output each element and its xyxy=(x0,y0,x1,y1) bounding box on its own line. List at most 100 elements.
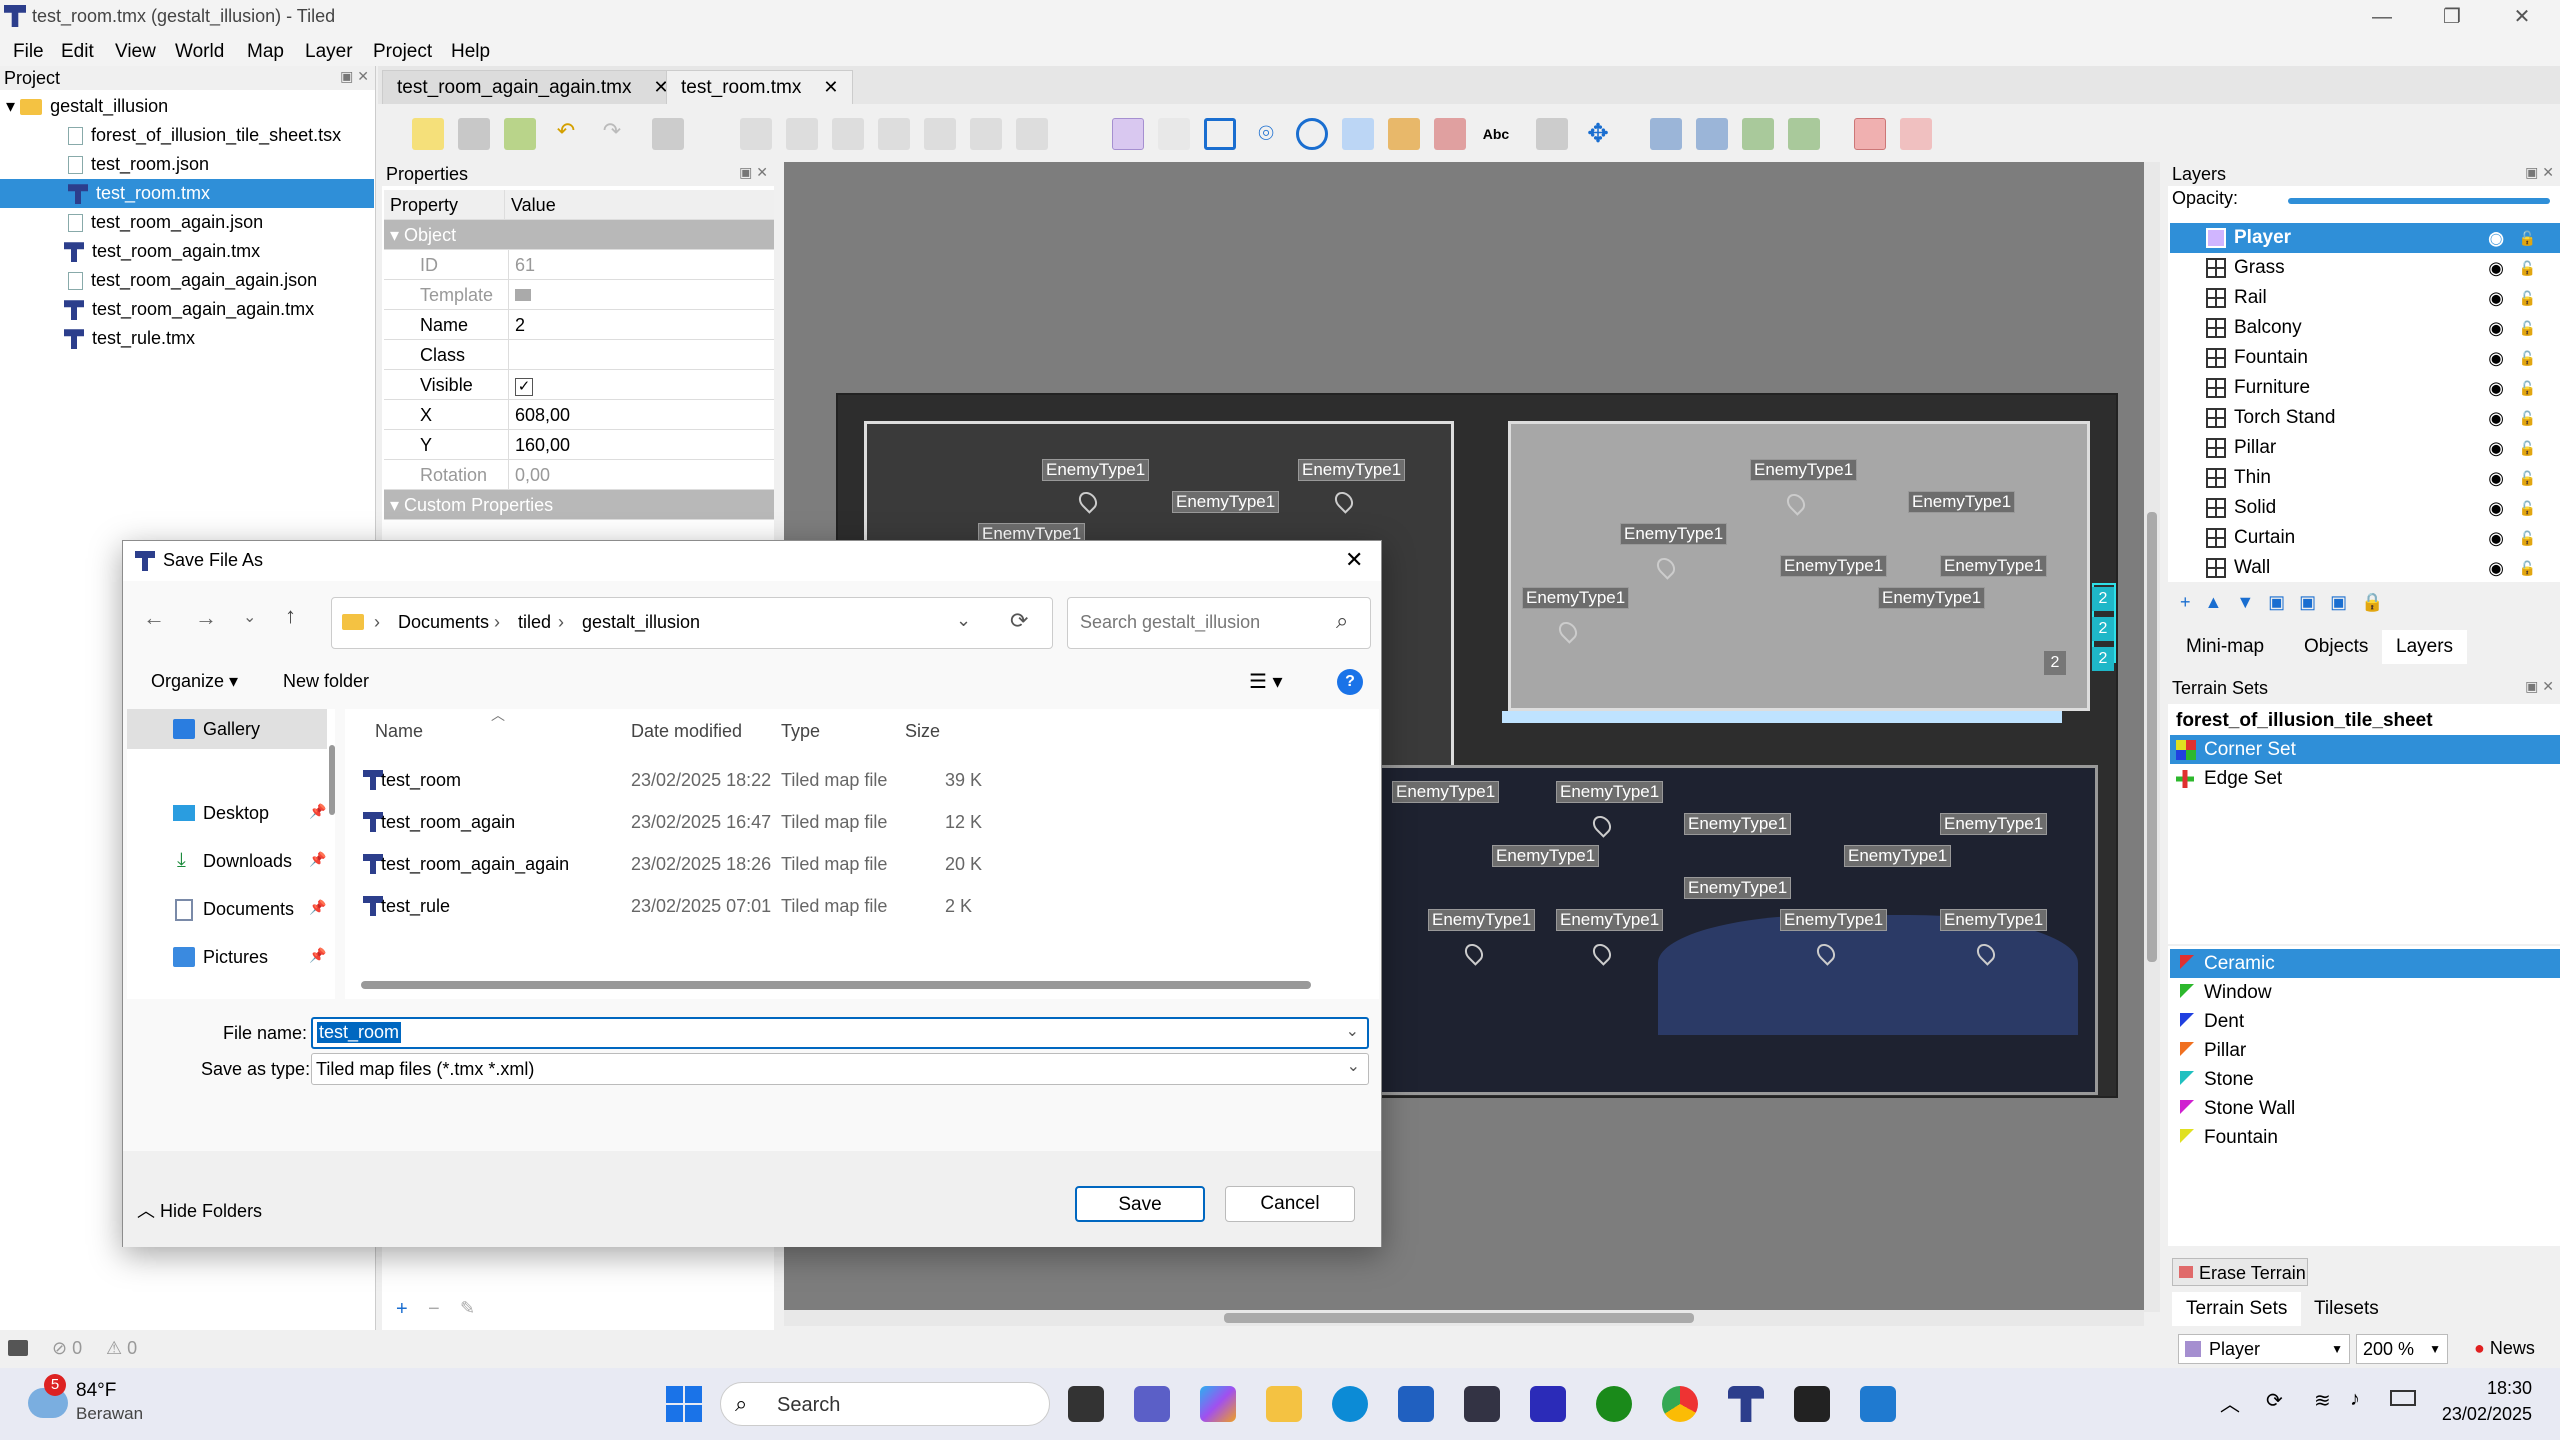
shape-fill-icon[interactable] xyxy=(878,118,910,150)
menu-file[interactable]: File xyxy=(4,37,53,67)
project-file-item[interactable]: test_rule.tmx xyxy=(64,324,195,353)
back-icon[interactable]: ← xyxy=(143,605,165,631)
layer-select-dropdown[interactable]: Player ▼ xyxy=(2178,1334,2350,1364)
pin-icon[interactable]: 📌 xyxy=(309,899,326,916)
panel-float-close-icon[interactable]: ▣ ✕ xyxy=(739,164,768,181)
nav-item-pictures[interactable]: Pictures 📌 xyxy=(127,937,327,977)
highlight-layer-icon[interactable] xyxy=(1854,118,1886,150)
volume-icon[interactable]: ♪ xyxy=(2350,1388,2360,1411)
terminal-icon[interactable] xyxy=(1794,1386,1830,1422)
enemy-object-label[interactable]: EnemyType1 xyxy=(1428,909,1536,931)
warning-count[interactable]: ⚠ 0 xyxy=(106,1338,137,1359)
show-objects-icon[interactable] xyxy=(1900,118,1932,150)
enemy-object-label[interactable]: EnemyType1 xyxy=(1172,491,1280,513)
enemy-object-label[interactable]: EnemyType1 xyxy=(1042,459,1150,481)
lock-icon[interactable]: 🔓 xyxy=(2519,343,2536,373)
layer-item-solid[interactable]: Solid ◉ 🔓 xyxy=(2170,493,2560,523)
app-cube-icon[interactable] xyxy=(1464,1386,1500,1422)
sync-icon[interactable]: ⟳ xyxy=(2266,1388,2283,1413)
taskbar-search[interactable]: ⌕ Search xyxy=(720,1382,1050,1426)
eye-icon[interactable]: ◉ xyxy=(2488,223,2504,253)
tab-tilesets[interactable]: Tilesets xyxy=(2300,1292,2393,1326)
terrain-item[interactable]: Stone Wall xyxy=(2170,1094,2560,1123)
group-custom-properties[interactable]: ▾ Custom Properties xyxy=(384,490,774,520)
project-file-item[interactable]: test_room.json xyxy=(68,150,209,179)
battery-icon[interactable] xyxy=(2390,1390,2416,1406)
enemy-object-label[interactable]: EnemyType1 xyxy=(1298,459,1406,481)
breadcrumb-tiled[interactable]: tiled xyxy=(518,612,551,633)
recent-locations-chevron-icon[interactable]: ⌄ xyxy=(243,607,256,627)
edit-polygons-icon[interactable] xyxy=(1158,118,1190,150)
eye-icon[interactable]: ◉ xyxy=(2488,283,2504,313)
enemy-object-label[interactable]: EnemyType1 xyxy=(1940,813,2048,835)
rect-select-icon[interactable] xyxy=(970,118,1002,150)
layer-item-thin[interactable]: Thin ◉ 🔓 xyxy=(2170,463,2560,493)
prop-row-x[interactable]: X 608,00 xyxy=(384,400,774,430)
nav-item-documents[interactable]: Documents 📌 xyxy=(127,889,327,929)
add-property-icon[interactable]: + xyxy=(396,1298,408,1321)
hide-folders-button[interactable]: ︿ Hide Folders xyxy=(137,1197,262,1223)
panel-float-close-icon[interactable]: ▣ ✕ xyxy=(2525,164,2554,181)
restore-icon[interactable]: ❐ xyxy=(2422,0,2482,34)
tab-layers[interactable]: Layers xyxy=(2382,630,2468,664)
menu-edit[interactable]: Edit xyxy=(52,37,103,67)
enemy-object-label[interactable]: EnemyType1 xyxy=(1750,459,1858,481)
tab-test-room-again-again[interactable]: test_room_again_again.tmx ✕ xyxy=(382,70,684,104)
forward-icon[interactable]: → xyxy=(195,605,217,631)
chrome-icon[interactable] xyxy=(1662,1386,1698,1422)
app-m-icon[interactable] xyxy=(1530,1386,1566,1422)
organize-button[interactable]: Organize ▾ xyxy=(151,671,238,692)
search-input[interactable]: Search gestalt_illusion ⌕ xyxy=(1067,597,1371,649)
canvas-vertical-scrollbar[interactable] xyxy=(2144,162,2160,1312)
pin-icon[interactable]: 📌 xyxy=(309,851,326,868)
clock-time[interactable]: 18:30 xyxy=(2452,1378,2532,1399)
pin-icon[interactable]: 📌 xyxy=(309,947,326,964)
address-bar[interactable]: › Documents › tiled › gestalt_illusion ⌄… xyxy=(331,597,1053,649)
layer-item-furniture[interactable]: Furniture ◉ 🔓 xyxy=(2170,373,2560,403)
clock-date[interactable]: 23/02/2025 xyxy=(2422,1404,2532,1425)
lock-icon[interactable]: 🔓 xyxy=(2519,523,2536,553)
column-name[interactable]: Name xyxy=(375,721,423,742)
error-count[interactable]: ⊘ 0 xyxy=(52,1338,82,1359)
layer-item-curtain[interactable]: Curtain ◉ 🔓 xyxy=(2170,523,2560,553)
bucket-fill-icon[interactable] xyxy=(832,118,864,150)
project-root-folder[interactable]: ▾ gestalt_illusion xyxy=(6,92,168,121)
insert-text-icon[interactable]: Abc xyxy=(1480,118,1512,150)
tab-objects[interactable]: Objects xyxy=(2290,630,2382,664)
eye-icon[interactable]: ◉ xyxy=(2488,253,2504,283)
scroll-thumb[interactable] xyxy=(1224,1313,1694,1323)
enemy-object-label[interactable]: EnemyType1 xyxy=(1940,555,2048,577)
insert-ellipse-icon[interactable] xyxy=(1296,118,1328,150)
remove-property-icon[interactable]: − xyxy=(428,1298,440,1321)
weather-desc[interactable]: Berawan xyxy=(76,1404,143,1424)
insert-rectangle-icon[interactable] xyxy=(1204,118,1236,150)
lock-icon[interactable]: 🔓 xyxy=(2519,553,2536,583)
lock-icon[interactable]: 🔓 xyxy=(2519,373,2536,403)
eye-icon[interactable]: ◉ xyxy=(2488,523,2504,553)
visible-checkbox[interactable]: ✓ xyxy=(515,378,533,396)
enemy-object-label[interactable]: EnemyType1 xyxy=(1620,523,1728,545)
insert-template-icon[interactable] xyxy=(1434,118,1466,150)
pin-icon[interactable]: 📌 xyxy=(309,803,326,820)
eraser-icon[interactable] xyxy=(924,118,956,150)
lock-icon[interactable]: 🔓 xyxy=(2519,283,2536,313)
terrain-set-corner[interactable]: Corner Set xyxy=(2170,735,2560,764)
tab-terrain-sets[interactable]: Terrain Sets xyxy=(2172,1292,2302,1326)
cancel-button[interactable]: Cancel xyxy=(1225,1186,1355,1222)
undo-icon[interactable]: ↶ xyxy=(550,118,582,150)
layer-actions-toolbar[interactable]: +▲▼▣▣▣🔒 xyxy=(2180,592,2560,618)
move-icon[interactable]: ✥ xyxy=(1582,118,1614,150)
menu-map[interactable]: Map xyxy=(238,37,293,67)
menu-view[interactable]: View xyxy=(106,37,165,67)
scroll-thumb[interactable] xyxy=(2147,512,2157,962)
flip-vertical-icon[interactable] xyxy=(1696,118,1728,150)
enemy-object-label[interactable]: EnemyType1 xyxy=(1522,587,1630,609)
terrain-item[interactable]: Dent xyxy=(2170,1007,2560,1036)
xbox-icon[interactable] xyxy=(1596,1386,1632,1422)
breadcrumb-gestalt-illusion[interactable]: gestalt_illusion xyxy=(582,612,700,633)
prop-row-class[interactable]: Class xyxy=(384,340,774,370)
file-row[interactable]: test_room 23/02/2025 18:22 Tiled map file 3… xyxy=(345,759,1379,801)
enemy-object-label[interactable]: EnemyType1 xyxy=(1780,909,1888,931)
eye-icon[interactable]: ◉ xyxy=(2488,313,2504,343)
menu-project[interactable]: Project xyxy=(364,37,441,67)
